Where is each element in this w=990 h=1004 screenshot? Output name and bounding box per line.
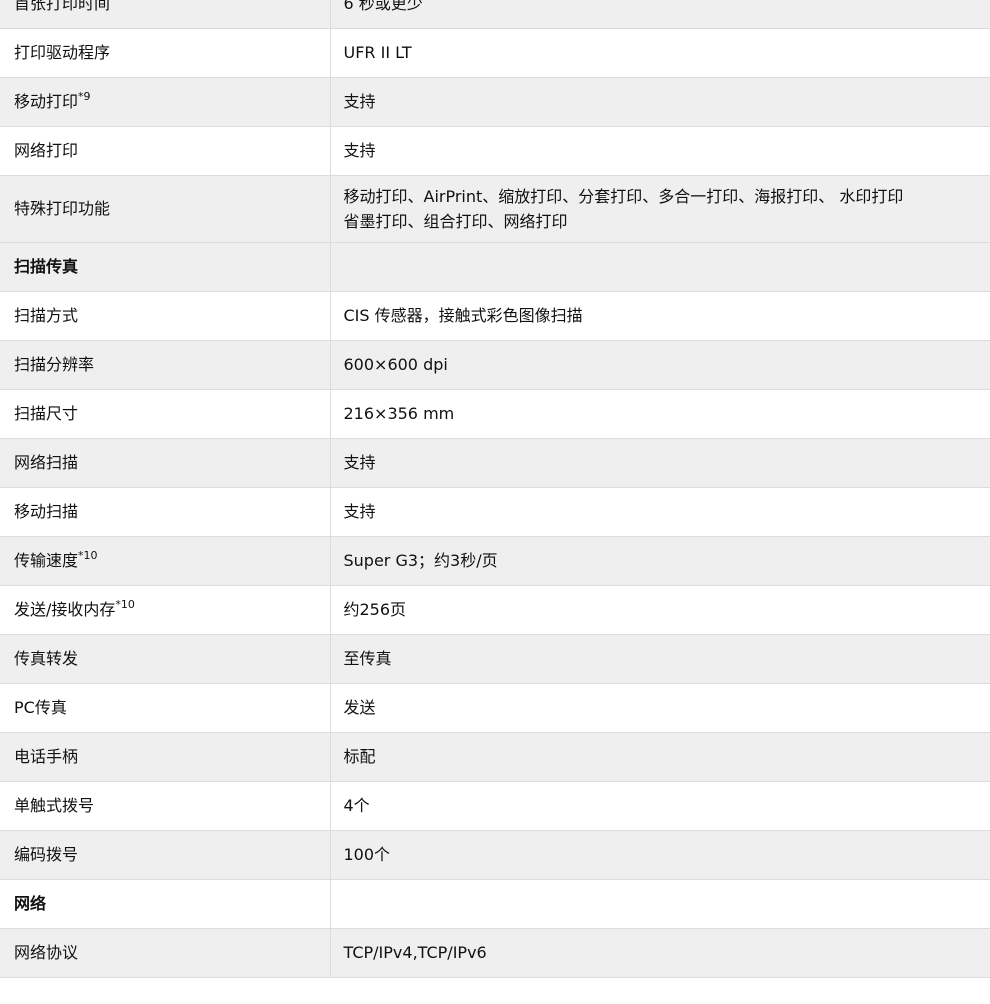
spec-row-scan-resolution: 扫描分辨率 600×600 dpi xyxy=(0,340,990,390)
spec-value: UFR II LT xyxy=(330,28,990,78)
spec-value: 支持 xyxy=(330,438,990,488)
section-empty-cell xyxy=(330,242,990,292)
spec-label: 扫描尺寸 xyxy=(0,389,331,439)
footnote-marker: *10 xyxy=(115,598,135,611)
spec-row-pc-fax: PC传真 发送 xyxy=(0,683,990,733)
spec-label: 扫描分辨率 xyxy=(0,340,331,390)
spec-value-line: 移动打印、AirPrint、缩放打印、分套打印、多合一打印、海报打印、 水印打印 xyxy=(343,186,904,206)
spec-row-scan-method: 扫描方式 CIS 传感器，接触式彩色图像扫描 xyxy=(0,291,990,341)
footnote-marker: *9 xyxy=(78,90,91,103)
footnote-marker: *10 xyxy=(78,549,98,562)
spec-value: 600×600 dpi xyxy=(330,340,990,390)
spec-value: 支持 xyxy=(330,126,990,176)
spec-row-network-scan: 网络扫描 支持 xyxy=(0,438,990,488)
spec-value: 发送 xyxy=(330,683,990,733)
spec-label: 移动打印*9 xyxy=(0,77,331,127)
spec-value: 100个 xyxy=(330,830,990,880)
spec-row-print-driver: 打印驱动程序 UFR II LT xyxy=(0,28,990,78)
spec-row-first-print-time: 首张打印时间 6 秒或更少 xyxy=(0,0,990,29)
spec-label: 首张打印时间 xyxy=(0,0,331,29)
spec-row-mobile-print: 移动打印*9 支持 xyxy=(0,77,990,127)
spec-label: 编码拨号 xyxy=(0,830,331,880)
spec-label: 单触式拨号 xyxy=(0,781,331,831)
spec-value-line: 省墨打印、组合打印、网络打印 xyxy=(343,211,568,231)
spec-label: 网络协议 xyxy=(0,928,331,978)
spec-label: 扫描方式 xyxy=(0,291,331,341)
spec-label: 传输速度*10 xyxy=(0,536,331,586)
spec-value: 6 秒或更少 xyxy=(330,0,990,29)
spec-value: CIS 传感器，接触式彩色图像扫描 xyxy=(330,291,990,341)
spec-value: Super G3；约3秒/页 xyxy=(330,536,990,586)
spec-label: 传真转发 xyxy=(0,634,331,684)
spec-value: 4个 xyxy=(330,781,990,831)
spec-row-one-touch-dial: 单触式拨号 4个 xyxy=(0,781,990,831)
spec-label: 打印驱动程序 xyxy=(0,28,331,78)
spec-value: 标配 xyxy=(330,732,990,782)
spec-value: 约256页 xyxy=(330,585,990,635)
spec-row-scan-size: 扫描尺寸 216×356 mm xyxy=(0,389,990,439)
spec-label: 发送/接收内存*10 xyxy=(0,585,331,635)
spec-value: 支持 xyxy=(330,487,990,537)
spec-label: 网络打印 xyxy=(0,126,331,176)
spec-row-network-protocol: 网络协议 TCP/IPv4,TCP/IPv6 xyxy=(0,928,990,978)
spec-row-special-print-features: 特殊打印功能 移动打印、AirPrint、缩放打印、分套打印、多合一打印、海报打… xyxy=(0,175,990,243)
spec-table: 首张打印时间 6 秒或更少 打印驱动程序 UFR II LT 移动打印*9 支持… xyxy=(0,0,990,978)
spec-label: PC传真 xyxy=(0,683,331,733)
section-title: 网络 xyxy=(0,879,331,929)
spec-label: 移动扫描 xyxy=(0,487,331,537)
spec-row-transmission-speed: 传输速度*10 Super G3；约3秒/页 xyxy=(0,536,990,586)
spec-value: 216×356 mm xyxy=(330,389,990,439)
spec-row-send-receive-memory: 发送/接收内存*10 约256页 xyxy=(0,585,990,635)
section-title: 扫描传真 xyxy=(0,242,331,292)
spec-label: 特殊打印功能 xyxy=(0,175,331,243)
spec-value: TCP/IPv4,TCP/IPv6 xyxy=(330,928,990,978)
section-header-scan-fax: 扫描传真 xyxy=(0,242,990,292)
spec-label: 电话手柄 xyxy=(0,732,331,782)
spec-value: 移动打印、AirPrint、缩放打印、分套打印、多合一打印、海报打印、 水印打印… xyxy=(330,175,990,243)
spec-row-fax-forwarding: 传真转发 至传真 xyxy=(0,634,990,684)
spec-row-handset: 电话手柄 标配 xyxy=(0,732,990,782)
spec-row-mobile-scan: 移动扫描 支持 xyxy=(0,487,990,537)
spec-value: 至传真 xyxy=(330,634,990,684)
spec-row-network-print: 网络打印 支持 xyxy=(0,126,990,176)
spec-label: 网络扫描 xyxy=(0,438,331,488)
section-header-network: 网络 xyxy=(0,879,990,929)
section-empty-cell xyxy=(330,879,990,929)
spec-value: 支持 xyxy=(330,77,990,127)
spec-row-coded-dial: 编码拨号 100个 xyxy=(0,830,990,880)
